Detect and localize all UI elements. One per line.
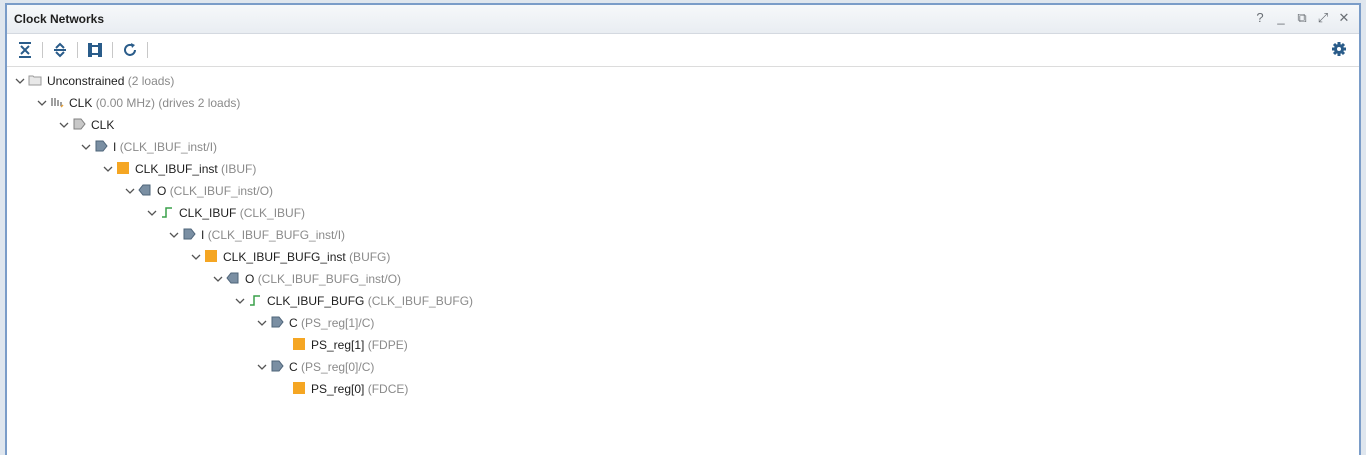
- tree-node-label: CLK: [91, 118, 115, 132]
- tree-node-detail: (BUFG): [349, 250, 391, 264]
- tree-node-label: PS_reg[0]: [311, 382, 365, 396]
- gear-icon[interactable]: [1331, 41, 1347, 57]
- tree-node-label: O: [245, 272, 255, 286]
- folder-icon: [28, 70, 44, 92]
- clock-networks-panel: Clock Networks ? _ ⧉ ⤢ ✕ Unconstrained (…: [5, 3, 1361, 455]
- tree-node-label: CLK_IBUF: [179, 206, 237, 220]
- tree-node-detail: (FDCE): [367, 382, 409, 396]
- tree-node-label: C: [289, 360, 298, 374]
- tree-node-detail: (CLK_IBUF_BUFG_inst/I): [207, 228, 346, 242]
- toolbar: [7, 34, 1359, 67]
- tree-node-detail: (IBUF): [221, 162, 257, 176]
- tree-node-detail: (PS_reg[1]/C): [301, 316, 375, 330]
- output-pin-icon: [226, 268, 242, 290]
- toolbar-separator: [42, 42, 43, 58]
- tree-row[interactable]: PS_reg[0] (FDCE): [278, 378, 408, 400]
- panel-title: Clock Networks: [14, 12, 105, 26]
- tree-row[interactable]: C (PS_reg[0]/C): [256, 356, 374, 378]
- tree-node-label: CLK: [69, 96, 93, 110]
- chevron-down-icon[interactable]: [146, 202, 158, 224]
- tree-node-detail: (CLK_IBUF): [239, 206, 306, 220]
- chevron-down-icon[interactable]: [256, 312, 268, 334]
- tree-node-detail: (2 loads): [127, 74, 175, 88]
- maximize-icon[interactable]: ⤢: [1316, 10, 1330, 26]
- input-pin-icon: [270, 356, 286, 378]
- tree-node-detail: (CLK_IBUF_inst/O): [169, 184, 274, 198]
- clock-icon: [50, 92, 66, 114]
- collapse-all-icon[interactable]: [15, 40, 37, 60]
- port-icon: [72, 114, 88, 136]
- panel-titlebar: Clock Networks ? _ ⧉ ⤢ ✕: [7, 5, 1359, 34]
- chevron-down-icon[interactable]: [256, 356, 268, 378]
- net-icon: [248, 290, 264, 312]
- tree-node-detail: (CLK_IBUF_inst/I): [119, 140, 218, 154]
- tree-row[interactable]: O (CLK_IBUF_inst/O): [124, 180, 273, 202]
- tree-row[interactable]: C (PS_reg[1]/C): [256, 312, 374, 334]
- tree-node-detail: (PS_reg[0]/C): [301, 360, 375, 374]
- tree-node-label: CLK_IBUF_BUFG: [267, 294, 365, 308]
- tree-row[interactable]: CLK_IBUF (CLK_IBUF): [146, 202, 305, 224]
- tree-node-detail: (CLK_IBUF_BUFG): [367, 294, 474, 308]
- cell-icon: [116, 158, 132, 180]
- tree-node-label: I: [113, 140, 117, 154]
- chevron-down-icon[interactable]: [234, 290, 246, 312]
- input-pin-icon: [270, 312, 286, 334]
- restore-icon[interactable]: ⧉: [1295, 10, 1309, 26]
- tree-node-label: Unconstrained: [47, 74, 125, 88]
- input-pin-icon: [182, 224, 198, 246]
- tree-row[interactable]: Unconstrained (2 loads): [14, 70, 174, 92]
- tree-row[interactable]: I (CLK_IBUF_inst/I): [80, 136, 217, 158]
- close-icon[interactable]: ✕: [1337, 10, 1351, 26]
- tree-node-detail: (0.00 MHz) (drives 2 loads): [95, 96, 241, 110]
- chevron-down-icon[interactable]: [80, 136, 92, 158]
- tree-row[interactable]: CLK_IBUF_inst (IBUF): [102, 158, 256, 180]
- help-icon[interactable]: ?: [1253, 10, 1267, 26]
- schematic-icon[interactable]: [85, 40, 107, 60]
- expand-all-icon[interactable]: [50, 40, 72, 60]
- toolbar-separator: [112, 42, 113, 58]
- tree-row[interactable]: I (CLK_IBUF_BUFG_inst/I): [168, 224, 345, 246]
- chevron-down-icon[interactable]: [102, 158, 114, 180]
- input-pin-icon: [94, 136, 110, 158]
- tree-node-detail: (FDPE): [367, 338, 408, 352]
- cell-icon: [204, 246, 220, 268]
- tree-node-label: I: [201, 228, 205, 242]
- tree-node-label: C: [289, 316, 298, 330]
- cell-icon: [292, 378, 308, 400]
- cell-icon: [292, 334, 308, 356]
- tree-node-label: CLK_IBUF_BUFG_inst: [223, 250, 346, 264]
- tree-row[interactable]: CLK_IBUF_BUFG (CLK_IBUF_BUFG): [234, 290, 473, 312]
- chevron-down-icon[interactable]: [14, 70, 26, 92]
- minimize-icon[interactable]: _: [1274, 10, 1288, 26]
- tree-node-label: O: [157, 184, 167, 198]
- output-pin-icon: [138, 180, 154, 202]
- tree-node-label: PS_reg[1]: [311, 338, 365, 352]
- tree-row[interactable]: PS_reg[1] (FDPE): [278, 334, 408, 356]
- refresh-icon[interactable]: [120, 40, 142, 60]
- tree-node-detail: (CLK_IBUF_BUFG_inst/O): [257, 272, 402, 286]
- chevron-down-icon[interactable]: [168, 224, 180, 246]
- window-buttons: ? _ ⧉ ⤢ ✕: [1253, 10, 1351, 26]
- chevron-down-icon[interactable]: [190, 246, 202, 268]
- chevron-down-icon[interactable]: [36, 92, 48, 114]
- tree-row[interactable]: CLK: [58, 114, 114, 136]
- chevron-down-icon[interactable]: [212, 268, 224, 290]
- chevron-down-icon[interactable]: [58, 114, 70, 136]
- tree-row[interactable]: CLK (0.00 MHz) (drives 2 loads): [36, 92, 240, 114]
- net-icon: [160, 202, 176, 224]
- toolbar-separator: [77, 42, 78, 58]
- tree-row[interactable]: O (CLK_IBUF_BUFG_inst/O): [212, 268, 401, 290]
- chevron-down-icon[interactable]: [124, 180, 136, 202]
- toolbar-separator: [147, 42, 148, 58]
- tree-row[interactable]: CLK_IBUF_BUFG_inst (BUFG): [190, 246, 390, 268]
- tree-node-label: CLK_IBUF_inst: [135, 162, 218, 176]
